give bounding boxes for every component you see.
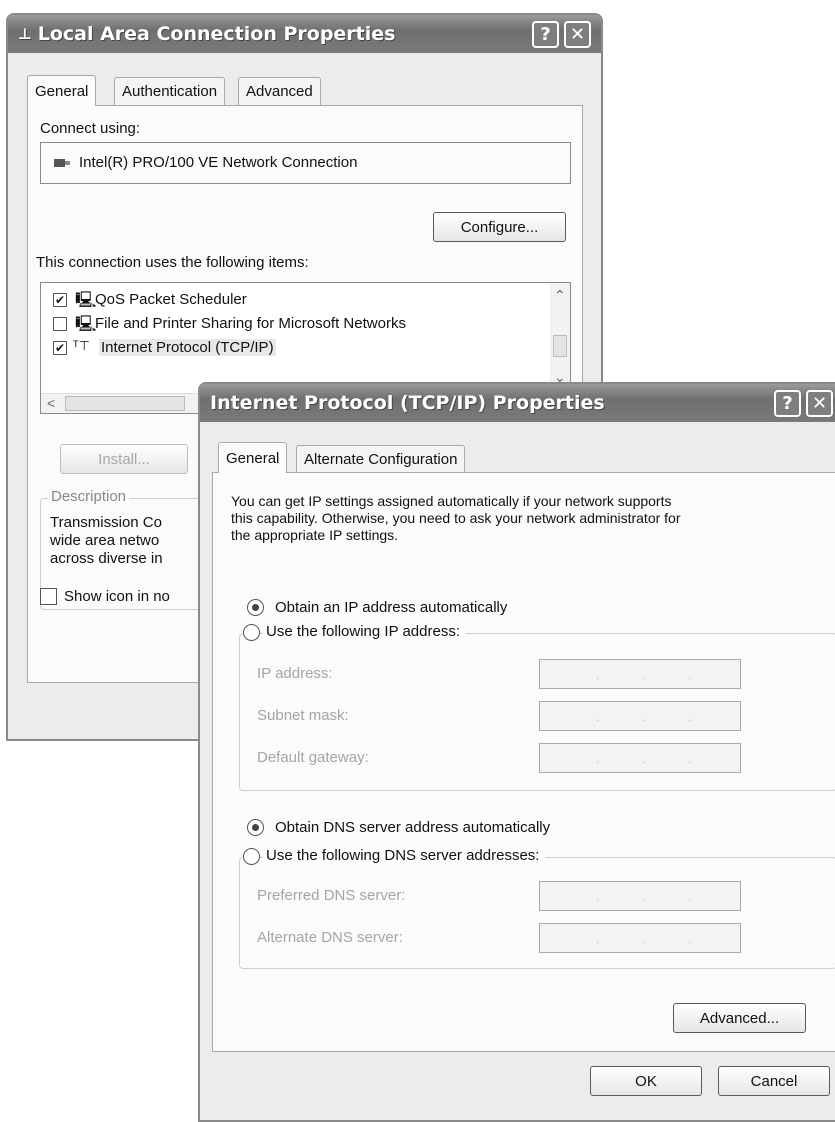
scroll-thumb[interactable] [65, 396, 185, 411]
lan-window-title: Local Area Connection Properties [37, 23, 396, 45]
list-item-label: QoS Packet Scheduler [95, 291, 247, 308]
ip-address-field[interactable]: ... [539, 659, 741, 689]
scroll-left-icon[interactable]: < [47, 395, 55, 411]
close-button[interactable]: ✕ [806, 390, 833, 417]
list-item[interactable]: ✔ ᵀ⊤ Internet Protocol (TCP/IP) [41, 337, 531, 359]
use-following-dns-radio[interactable] [243, 848, 260, 865]
preferred-dns-label: Preferred DNS server: [257, 887, 406, 904]
tcpip-general-panel: You can get IP settings assigned automat… [212, 472, 835, 1052]
subnet-mask-label: Subnet mask: [257, 707, 349, 724]
tcpip-title-bar[interactable]: Internet Protocol (TCP/IP) Properties ? … [200, 384, 835, 422]
description-line-2: wide area netwo [50, 532, 160, 549]
configure-button[interactable]: Configure... [433, 212, 566, 242]
show-icon-checkbox[interactable] [40, 588, 57, 605]
description-label: Description [48, 488, 130, 505]
qos-icon: 🖳 [75, 292, 97, 309]
list-item[interactable]: ✔ 🖳 QoS Packet Scheduler [41, 289, 531, 311]
install-button[interactable]: Install... [60, 444, 188, 474]
description-line-3: across diverse in [50, 550, 163, 567]
tcpip-checkbox[interactable]: ✔ [53, 341, 67, 355]
default-gateway-label: Default gateway: [257, 749, 369, 766]
adapter-field: Intel(R) PRO/100 VE Network Connection [40, 142, 571, 184]
list-item-label: Internet Protocol (TCP/IP) [99, 339, 276, 356]
description-line-1: Transmission Co [50, 514, 162, 531]
ok-button[interactable]: OK [590, 1066, 702, 1096]
intro-line-3: the appropriate IP settings. [231, 527, 399, 543]
list-item-label: File and Printer Sharing for Microsoft N… [95, 315, 406, 332]
file-sharing-icon: 🖳 [75, 316, 97, 333]
adapter-name: Intel(R) PRO/100 VE Network Connection [79, 154, 358, 171]
tcpip-window-title: Internet Protocol (TCP/IP) Properties [210, 392, 605, 414]
network-adapter-icon [54, 159, 70, 167]
close-button[interactable]: ✕ [564, 21, 591, 48]
list-item[interactable]: 🖳 File and Printer Sharing for Microsoft… [41, 313, 531, 335]
tcpip-properties-window: Internet Protocol (TCP/IP) Properties ? … [198, 382, 835, 1122]
tab-general[interactable]: General [218, 442, 288, 473]
cancel-button[interactable]: Cancel [718, 1066, 830, 1096]
lan-title-bar[interactable]: ⊥ Local Area Connection Properties ? ✕ [8, 15, 601, 53]
connect-using-label: Connect using: [40, 120, 141, 137]
vertical-scrollbar[interactable]: ⌃ ⌄ [550, 283, 570, 393]
obtain-ip-auto-label: Obtain an IP address automatically [275, 599, 508, 616]
file-sharing-checkbox[interactable] [53, 317, 67, 331]
network-connection-icon: ⊥ [18, 25, 32, 43]
intro-line-1: You can get IP settings assigned automat… [231, 493, 672, 509]
scroll-up-icon[interactable]: ⌃ [554, 287, 566, 304]
show-icon-label: Show icon in no [64, 588, 170, 605]
use-following-ip-radio[interactable] [243, 624, 260, 641]
tab-general[interactable]: General [27, 75, 97, 106]
tab-alternate-configuration[interactable]: Alternate Configuration [296, 445, 466, 473]
obtain-ip-auto-radio[interactable] [247, 599, 264, 616]
obtain-dns-auto-label: Obtain DNS server address automatically [275, 819, 551, 836]
preferred-dns-field[interactable]: ... [539, 881, 741, 911]
protocol-icon: ᵀ⊤ [73, 338, 90, 353]
default-gateway-field[interactable]: ... [539, 743, 741, 773]
use-following-ip-label: Use the following IP address: [263, 623, 466, 640]
help-button[interactable]: ? [532, 21, 559, 48]
tab-advanced[interactable]: Advanced [238, 77, 321, 105]
use-following-dns-label: Use the following DNS server addresses: [263, 847, 546, 864]
static-dns-group [239, 857, 835, 969]
intro-line-2: this capability. Otherwise, you need to … [231, 510, 681, 526]
qos-checkbox[interactable]: ✔ [53, 293, 67, 307]
items-label: This connection uses the following items… [36, 254, 309, 271]
scroll-thumb[interactable] [553, 335, 567, 357]
ip-address-label: IP address: [257, 665, 333, 682]
help-button[interactable]: ? [774, 390, 801, 417]
tab-authentication[interactable]: Authentication [114, 77, 226, 105]
advanced-button[interactable]: Advanced... [673, 1003, 806, 1033]
alternate-dns-label: Alternate DNS server: [257, 929, 403, 946]
subnet-mask-field[interactable]: ... [539, 701, 741, 731]
obtain-dns-auto-radio[interactable] [247, 819, 264, 836]
alternate-dns-field[interactable]: ... [539, 923, 741, 953]
